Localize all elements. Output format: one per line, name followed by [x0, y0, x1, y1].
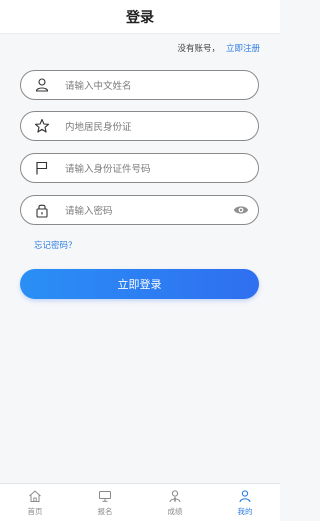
flag-icon — [32, 158, 52, 178]
tab-scores-label: 成绩 — [167, 507, 183, 516]
user-icon — [237, 488, 253, 504]
login-button[interactable]: 立即登录 — [20, 269, 259, 299]
star-icon — [32, 116, 52, 136]
tab-mine-label: 我的 — [237, 507, 253, 516]
tab-scores[interactable]: 成绩 — [140, 484, 210, 521]
tab-home[interactable]: 首页 — [0, 484, 70, 521]
password-field[interactable]: 请输入密码 — [20, 195, 259, 225]
register-prompt: 没有账号， — [177, 44, 220, 54]
password-input[interactable]: 请输入密码 — [65, 203, 232, 217]
register-row: 没有账号， 立即注册 — [177, 42, 260, 54]
tab-home-label: 首页 — [27, 507, 43, 516]
lock-icon — [32, 200, 52, 220]
tab-mine[interactable]: 我的 — [210, 484, 280, 521]
register-link[interactable]: 立即注册 — [226, 42, 260, 54]
user-icon — [32, 75, 52, 95]
id-number-field[interactable]: 请输入身份证件号码 — [20, 153, 259, 183]
id-number-input[interactable]: 请输入身份证件号码 — [65, 161, 258, 175]
tab-signup[interactable]: 报名 — [70, 484, 140, 521]
show-password-eye-icon[interactable] — [232, 203, 250, 217]
id-type-field[interactable]: 内地居民身份证 — [20, 111, 259, 141]
bottom-tab-bar: 首页 报名 成绩 我的 — [0, 483, 280, 521]
monitor-icon — [97, 488, 113, 504]
id-type-select[interactable]: 内地居民身份证 — [65, 119, 258, 133]
tab-signup-label: 报名 — [97, 507, 113, 516]
forgot-password-link[interactable]: 忘记密码？ — [34, 239, 77, 251]
name-input[interactable]: 请输入中文姓名 — [65, 78, 258, 92]
name-field[interactable]: 请输入中文姓名 — [20, 70, 259, 100]
top-bar: 登录 — [0, 0, 280, 34]
page-title: 登录 — [126, 9, 154, 26]
score-icon — [167, 488, 183, 504]
home-icon — [27, 488, 43, 504]
